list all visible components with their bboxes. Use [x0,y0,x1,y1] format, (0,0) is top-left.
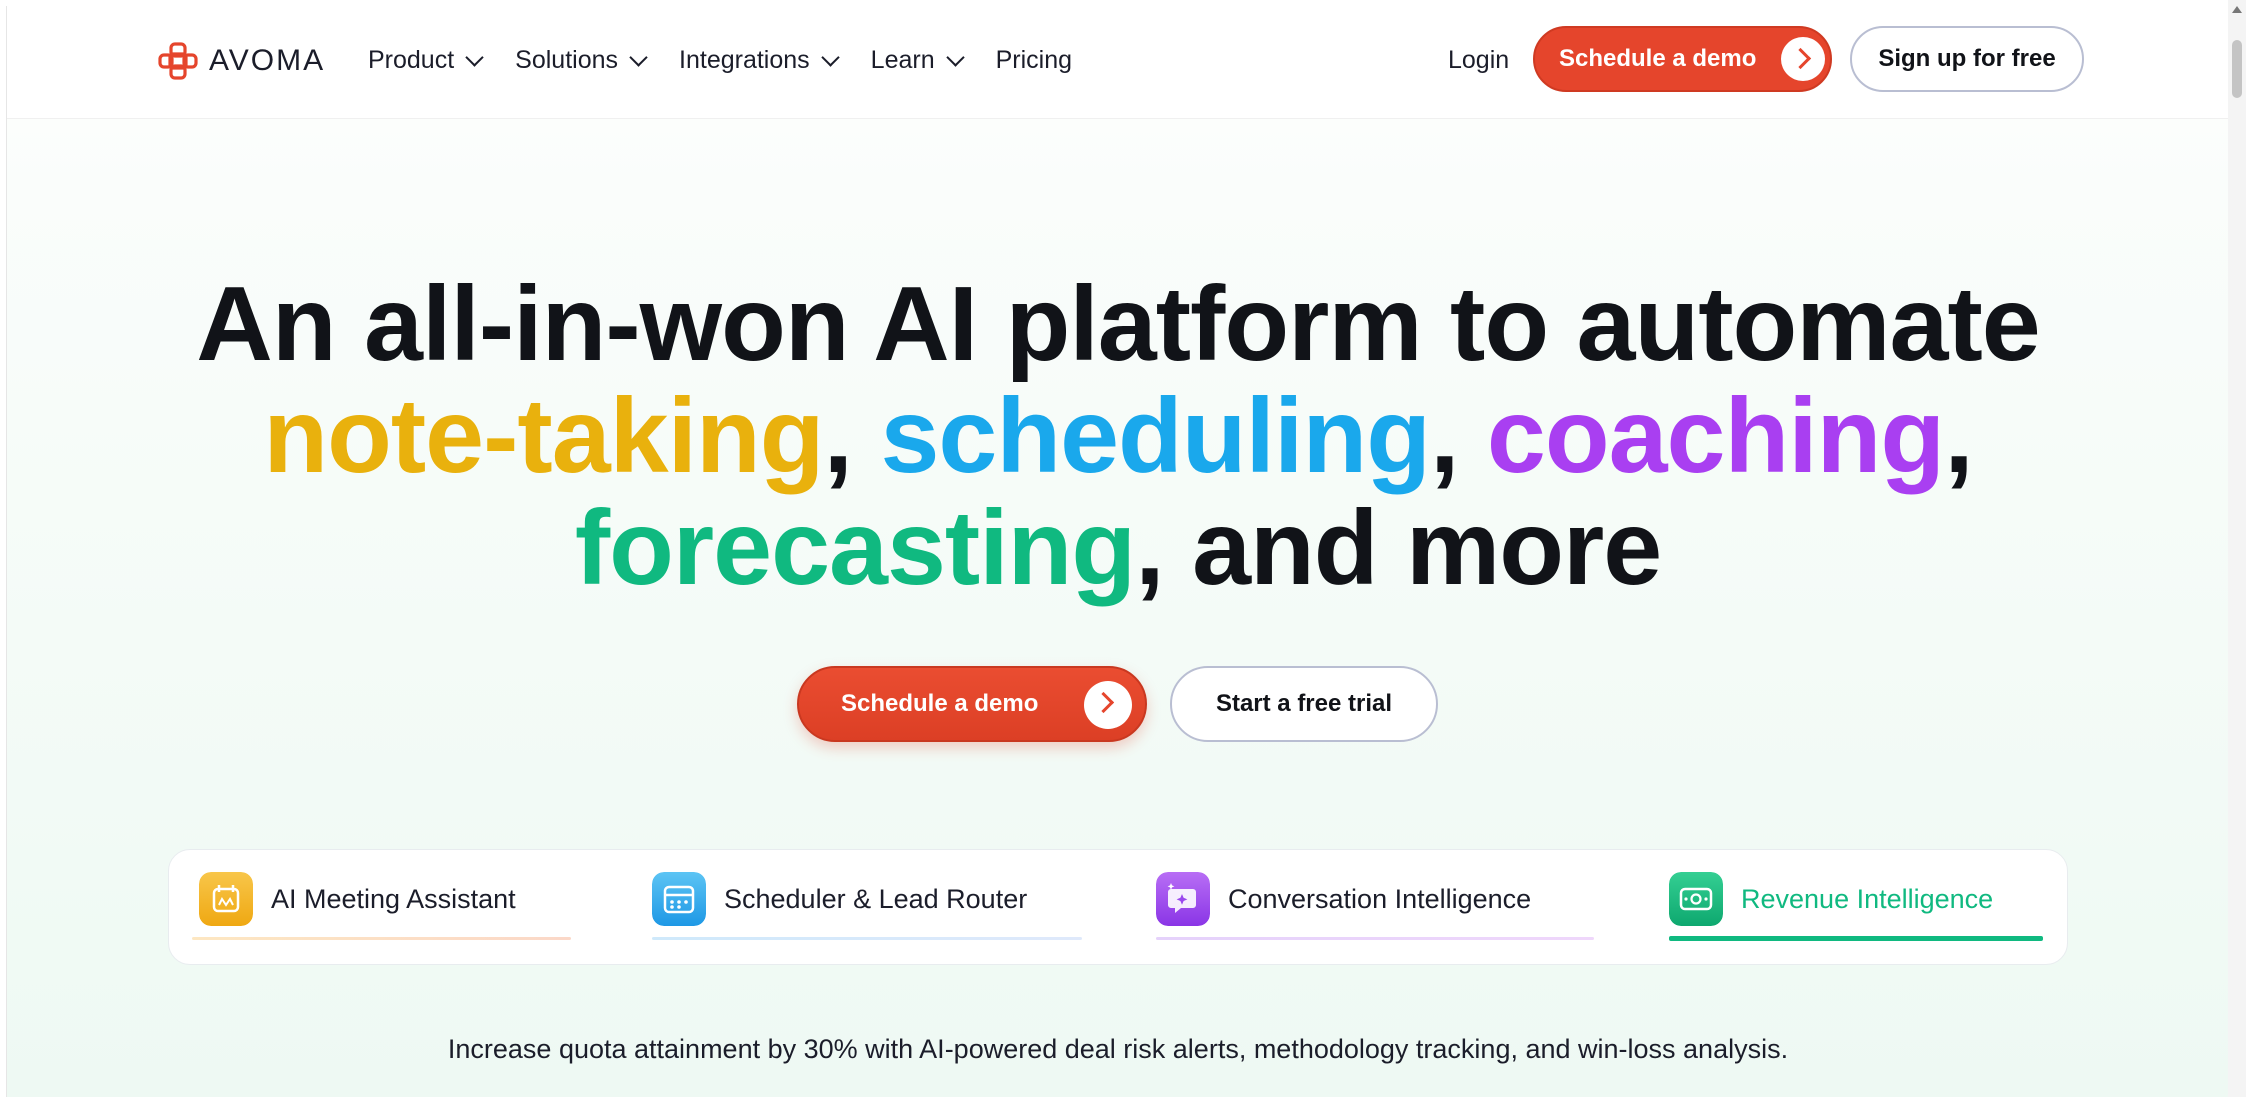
schedule-demo-hero-button[interactable]: Schedule a demo [797,666,1147,742]
calendar-icon [652,872,706,926]
tab-description: Increase quota attainment by 30% with AI… [447,1034,1789,1064]
tab-conversation-intelligence[interactable]: Conversation Intelligence [1156,872,1531,926]
arrow-right-icon [1781,37,1825,81]
headline-line-1: An all-in-won AI platform to automate [196,265,2040,383]
avoma-logo[interactable]: AVOMA [157,40,325,82]
word-scheduling: scheduling [880,377,1431,495]
nav-item-label: Integrations [679,46,810,74]
chevron-down-icon [629,48,648,67]
chevron-down-icon [820,48,840,67]
scroll-thumb[interactable] [2232,40,2242,98]
arrow-right-icon [1084,681,1132,729]
word-forecasting: forecasting [574,489,1136,607]
tab-revenue-intelligence[interactable]: Revenue Intelligence [1669,872,1993,926]
conversation-icon [1156,872,1210,926]
tab-label: Scheduler & Lead Router [724,883,1028,914]
page: AVOMA Product Solutions Integrations Lea… [6,6,2229,1097]
nav-links: Product Solutions Integrations Learn Pri… [368,46,1106,75]
nav-item-pricing[interactable]: Pricing [996,46,1072,75]
tab-underline [192,937,571,940]
nav-item-solutions[interactable]: Solutions [515,46,648,75]
nav-item-label: Pricing [995,46,1073,74]
sign-up-button[interactable]: Sign up for free [1850,26,2084,92]
comma: , [1429,377,1487,495]
comma: , [823,377,881,495]
tab-scheduler-lead-router[interactable]: Scheduler & Lead Router [652,872,1027,926]
tab-label: AI Meeting Assistant [271,883,516,914]
tab-underline [652,937,1082,940]
nav-item-learn[interactable]: Learn [870,46,965,75]
top-nav: AVOMA Product Solutions Integrations Lea… [7,6,2229,119]
headline-line-3: forecasting, and more [7,492,2229,604]
nav-item-label: Solutions [515,46,619,74]
tab-label: Revenue Intelligence [1741,883,1994,914]
start-free-trial-button[interactable]: Start a free trial [1170,666,1438,742]
comma: , [1944,377,1973,495]
nav-item-product[interactable]: Product [368,46,484,75]
schedule-demo-nav-button[interactable]: Schedule a demo [1533,26,1832,92]
nav-item-label: Learn [870,46,935,74]
word-note-taking: note-taking [263,377,824,495]
scroll-up-arrow-icon[interactable] [2232,6,2242,13]
login-link[interactable]: Login [1448,46,1509,75]
schedule-demo-label: Schedule a demo [841,690,1039,717]
tab-label: Conversation Intelligence [1228,883,1532,914]
scrollbar[interactable] [2228,0,2246,1097]
product-tabs: AI Meeting Assistant Scheduler & Lead Ro… [168,849,2068,965]
avoma-logo-icon [158,42,198,80]
headline-tail: , and more [1135,489,1662,607]
chevron-down-icon [945,48,965,67]
logo-text: AVOMA [209,44,326,77]
word-coaching: coaching [1486,377,1945,495]
nav-item-label: Product [368,46,455,74]
hero-headline: An all-in-won AI platform to automate no… [7,268,2229,604]
nav-item-integrations[interactable]: Integrations [679,46,840,75]
revenue-icon [1669,872,1723,926]
headline-line-2: note-taking, scheduling, coaching, [7,380,2229,492]
tab-active-indicator [1669,936,2043,941]
tab-underline [1156,937,1594,940]
schedule-demo-label: Schedule a demo [1559,45,1757,72]
tab-ai-meeting-assistant[interactable]: AI Meeting Assistant [199,872,516,926]
meeting-assistant-icon [199,872,253,926]
chevron-down-icon [465,48,484,67]
